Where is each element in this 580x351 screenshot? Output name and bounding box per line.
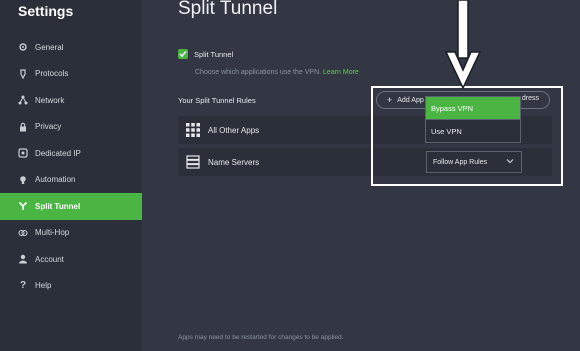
check-icon bbox=[179, 51, 187, 58]
sidebar-item-label: Dedicated IP bbox=[35, 148, 81, 158]
sidebar-item-network[interactable]: Network bbox=[0, 87, 142, 114]
restart-notice: Apps may need to be restarted for change… bbox=[178, 334, 344, 341]
sidebar-item-split-tunnel[interactable]: Split Tunnel bbox=[0, 193, 142, 220]
gear-icon bbox=[18, 42, 28, 52]
sidebar-item-label: Automation bbox=[35, 175, 76, 185]
sidebar-item-multi-hop[interactable]: Multi-Hop bbox=[0, 220, 142, 247]
learn-more-link[interactable]: Learn More bbox=[323, 69, 359, 76]
user-icon bbox=[18, 254, 28, 264]
question-icon: ? bbox=[19, 280, 27, 292]
dedicated-ip-icon bbox=[18, 148, 28, 158]
sidebar-item-account[interactable]: Account bbox=[0, 246, 142, 273]
sidebar-item-dedicated-ip[interactable]: Dedicated IP bbox=[0, 140, 142, 167]
sidebar-item-label: Privacy bbox=[35, 122, 62, 132]
grid-icon bbox=[186, 123, 200, 137]
rule-dropdown-menu: Bypass VPN Use VPN bbox=[425, 96, 521, 143]
bulb-icon bbox=[18, 175, 28, 185]
sidebar: Settings General Protocols Network Priva… bbox=[0, 0, 142, 351]
page-title: Split Tunnel bbox=[178, 0, 278, 19]
sidebar-item-help[interactable]: ? Help bbox=[0, 273, 142, 300]
main-panel: Split Tunnel Split Tunnel Choose which a… bbox=[142, 0, 580, 351]
dropdown-option-bypass-vpn[interactable]: Bypass VPN bbox=[426, 97, 520, 119]
sidebar-item-automation[interactable]: Automation bbox=[0, 167, 142, 194]
dropdown-option-use-vpn[interactable]: Use VPN bbox=[426, 119, 520, 142]
sidebar-item-label: Help bbox=[35, 281, 52, 291]
rule-row-label: All Other Apps bbox=[208, 125, 260, 135]
sidebar-title: Settings bbox=[18, 3, 74, 19]
network-icon bbox=[18, 95, 28, 105]
rule-row-label: Name Servers bbox=[208, 157, 260, 167]
rules-heading: Your Split Tunnel Rules bbox=[178, 96, 256, 105]
add-ip-label-fragment: dress bbox=[521, 95, 539, 102]
split-tunnel-checkbox-label: Split Tunnel bbox=[194, 49, 234, 59]
sidebar-item-privacy[interactable]: Privacy bbox=[0, 114, 142, 141]
rule-select-name-servers[interactable]: Follow App Rules bbox=[426, 151, 522, 173]
sidebar-item-label: Split Tunnel bbox=[35, 201, 81, 211]
sidebar-nav: General Protocols Network Privacy Dedica… bbox=[0, 34, 142, 299]
split-tunnel-description: Choose which applications use the VPN. L… bbox=[195, 69, 359, 76]
sidebar-item-protocols[interactable]: Protocols bbox=[0, 61, 142, 88]
description-text: Choose which applications use the VPN. bbox=[195, 69, 322, 76]
chevron-down-icon bbox=[506, 159, 514, 164]
plus-icon: + bbox=[387, 95, 393, 105]
multihop-icon bbox=[18, 228, 28, 238]
lock-icon bbox=[18, 122, 28, 132]
sidebar-item-general[interactable]: General bbox=[0, 34, 142, 61]
add-app-label: Add App bbox=[397, 96, 424, 104]
protocols-icon bbox=[18, 69, 28, 79]
split-tunnel-checkbox[interactable] bbox=[178, 49, 188, 59]
down-arrow-icon bbox=[444, 0, 482, 90]
server-icon bbox=[186, 155, 200, 169]
sidebar-item-label: General bbox=[35, 42, 64, 52]
split-icon bbox=[18, 201, 28, 211]
sidebar-item-label: Account bbox=[35, 254, 64, 264]
rule-select-value: Follow App Rules bbox=[433, 158, 488, 166]
split-tunnel-toggle-row: Split Tunnel bbox=[178, 49, 233, 59]
sidebar-item-label: Network bbox=[35, 95, 65, 105]
sidebar-item-label: Protocols bbox=[35, 69, 69, 79]
sidebar-item-label: Multi-Hop bbox=[35, 228, 70, 238]
